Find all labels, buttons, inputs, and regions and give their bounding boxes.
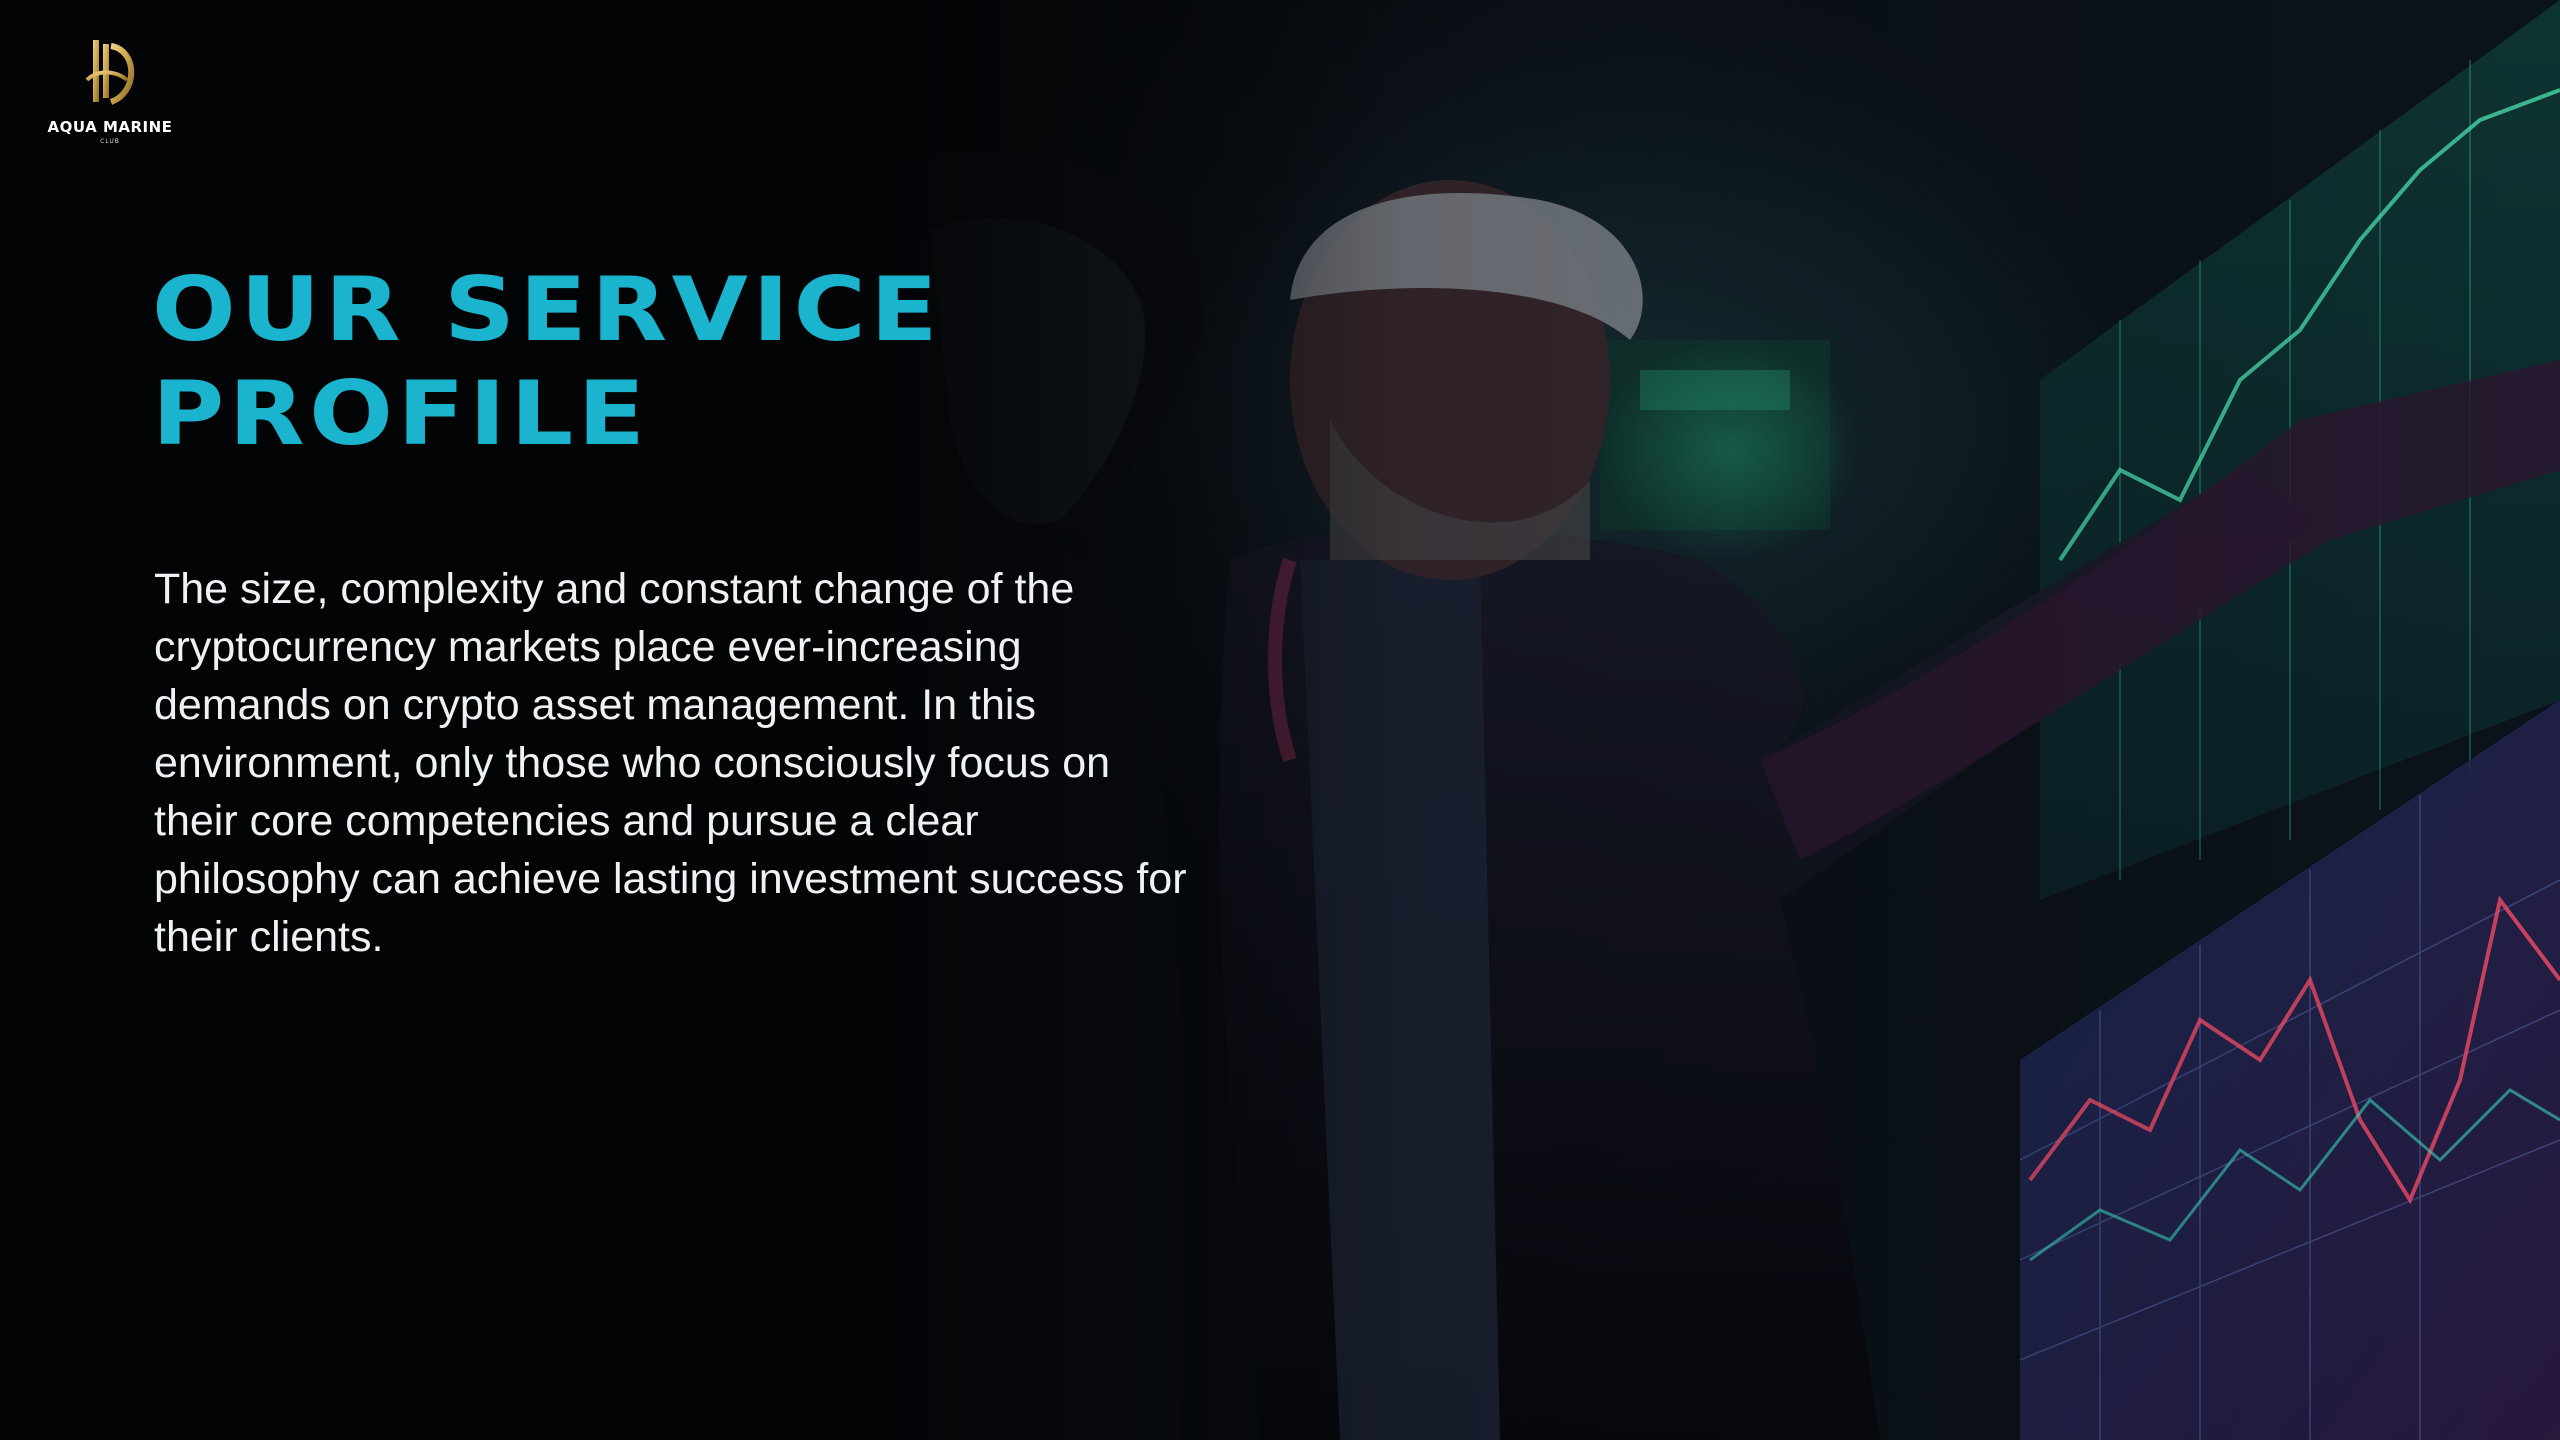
page-title: OUR SERVICE PROFILE (152, 258, 942, 466)
service-description: The size, complexity and constant change… (154, 565, 1187, 961)
aqua-marine-logo-icon (85, 40, 135, 105)
page-title-line-2: PROFILE (152, 362, 650, 465)
brand-name: AQUA MARINE (47, 118, 173, 136)
brand-subtitle: CLUB (100, 138, 120, 145)
slide: AQUA MARINE CLUB OUR SERVICE PROFILE The… (0, 0, 2560, 1440)
brand-logo[interactable]: AQUA MARINE CLUB (40, 36, 180, 166)
page-title-line-1: OUR SERVICE (152, 258, 943, 361)
